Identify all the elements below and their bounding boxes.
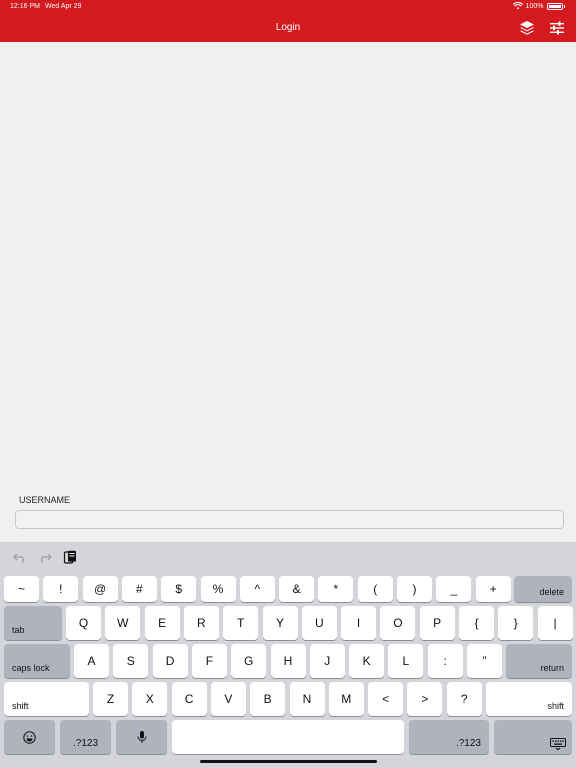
battery-icon bbox=[546, 2, 563, 10]
shift-right-key[interactable]: shift bbox=[486, 682, 572, 716]
key-question[interactable]: ? bbox=[446, 682, 482, 716]
key-d[interactable]: D bbox=[152, 644, 188, 678]
navigation-bar: 12:16 PM Wed Apr 29 100% Login bbox=[0, 0, 576, 42]
redo-icon[interactable] bbox=[38, 550, 52, 564]
key-w[interactable]: W bbox=[105, 606, 141, 640]
battery-percent: 100% bbox=[525, 2, 544, 10]
wifi-icon bbox=[512, 2, 523, 10]
delete-key[interactable]: delete bbox=[514, 576, 572, 602]
status-date: Wed Apr 29 bbox=[45, 3, 82, 10]
key-e[interactable]: E bbox=[144, 606, 180, 640]
username-label: USERNAME bbox=[19, 495, 71, 505]
key-k[interactable]: K bbox=[349, 644, 385, 678]
status-time: 12:16 PM bbox=[10, 3, 40, 10]
microphone-key[interactable] bbox=[116, 720, 167, 754]
paste-icon[interactable] bbox=[63, 550, 77, 564]
key-y[interactable]: Y bbox=[262, 606, 298, 640]
battery-tip bbox=[563, 4, 565, 8]
key-c[interactable]: C bbox=[171, 682, 207, 716]
numbers-key-left[interactable]: .?123 bbox=[60, 720, 111, 754]
key-o[interactable]: O bbox=[380, 606, 416, 640]
key-n[interactable]: N bbox=[289, 682, 325, 716]
emoji-icon bbox=[23, 730, 36, 744]
tab-key[interactable]: tab bbox=[4, 606, 62, 640]
key-q[interactable]: Q bbox=[66, 606, 101, 640]
key-s[interactable]: S bbox=[113, 644, 149, 678]
key-left-brace[interactable]: { bbox=[459, 606, 494, 640]
key-v[interactable]: V bbox=[210, 682, 246, 716]
key-exclamation[interactable]: ! bbox=[43, 576, 79, 602]
home-indicator[interactable] bbox=[200, 760, 377, 763]
microphone-icon bbox=[137, 731, 146, 743]
key-t[interactable]: T bbox=[223, 606, 259, 640]
layers-icon[interactable] bbox=[519, 20, 535, 36]
key-l[interactable]: L bbox=[388, 644, 424, 678]
shift-left-key[interactable]: shift bbox=[4, 682, 89, 716]
keyboard-dismiss-key[interactable] bbox=[494, 720, 572, 754]
key-r[interactable]: R bbox=[183, 606, 219, 640]
key-percent[interactable]: % bbox=[200, 576, 236, 602]
key-tilde[interactable]: ~ bbox=[4, 576, 39, 602]
key-ampersand[interactable]: & bbox=[279, 576, 315, 602]
status-right: 100% bbox=[512, 2, 565, 10]
key-z[interactable]: Z bbox=[93, 682, 128, 716]
key-a[interactable]: A bbox=[74, 644, 109, 678]
key-hash[interactable]: # bbox=[121, 576, 157, 602]
key-h[interactable]: H bbox=[270, 644, 306, 678]
key-p[interactable]: P bbox=[419, 606, 455, 640]
key-f[interactable]: F bbox=[191, 644, 227, 678]
key-at[interactable]: @ bbox=[82, 576, 118, 602]
key-right-paren[interactable]: ) bbox=[397, 576, 432, 602]
onscreen-keyboard: ~! @ # $% ^ & *() _ + delete tab Q W E R T Y U I O P{} | c… bbox=[0, 542, 576, 768]
page-title: Login bbox=[275, 22, 301, 33]
key-dollar[interactable]: $ bbox=[161, 576, 197, 602]
caps-lock-key[interactable]: caps lock bbox=[4, 644, 70, 678]
key-m[interactable]: M bbox=[328, 682, 364, 716]
key-i[interactable]: I bbox=[341, 606, 377, 640]
emoji-key[interactable] bbox=[4, 720, 55, 754]
username-field[interactable] bbox=[15, 510, 564, 529]
key-quote[interactable]: ” bbox=[467, 644, 502, 678]
key-pipe[interactable]: | bbox=[537, 606, 573, 640]
undo-icon[interactable] bbox=[13, 550, 27, 564]
space-key[interactable] bbox=[172, 720, 404, 754]
settings-sliders-icon[interactable] bbox=[549, 20, 565, 36]
key-less-than[interactable]: < bbox=[368, 682, 404, 716]
key-x[interactable]: X bbox=[132, 682, 168, 716]
key-g[interactable]: G bbox=[231, 644, 267, 678]
key-colon[interactable]: : bbox=[427, 644, 463, 678]
login-content bbox=[0, 42, 576, 541]
key-asterisk[interactable]: * bbox=[318, 576, 354, 602]
key-underscore[interactable]: _ bbox=[436, 576, 472, 602]
key-caret[interactable]: ^ bbox=[239, 576, 275, 602]
key-j[interactable]: J bbox=[309, 644, 345, 678]
key-greater-than[interactable]: > bbox=[407, 682, 443, 716]
key-u[interactable]: U bbox=[301, 606, 337, 640]
key-b[interactable]: B bbox=[250, 682, 286, 716]
keyboard-dismiss-icon bbox=[550, 738, 566, 750]
key-right-brace[interactable]: } bbox=[498, 606, 534, 640]
key-left-paren[interactable]: ( bbox=[357, 576, 393, 602]
return-key[interactable]: return bbox=[506, 644, 572, 678]
key-plus[interactable]: + bbox=[475, 576, 511, 602]
numbers-key-right[interactable]: .?123 bbox=[409, 720, 489, 754]
